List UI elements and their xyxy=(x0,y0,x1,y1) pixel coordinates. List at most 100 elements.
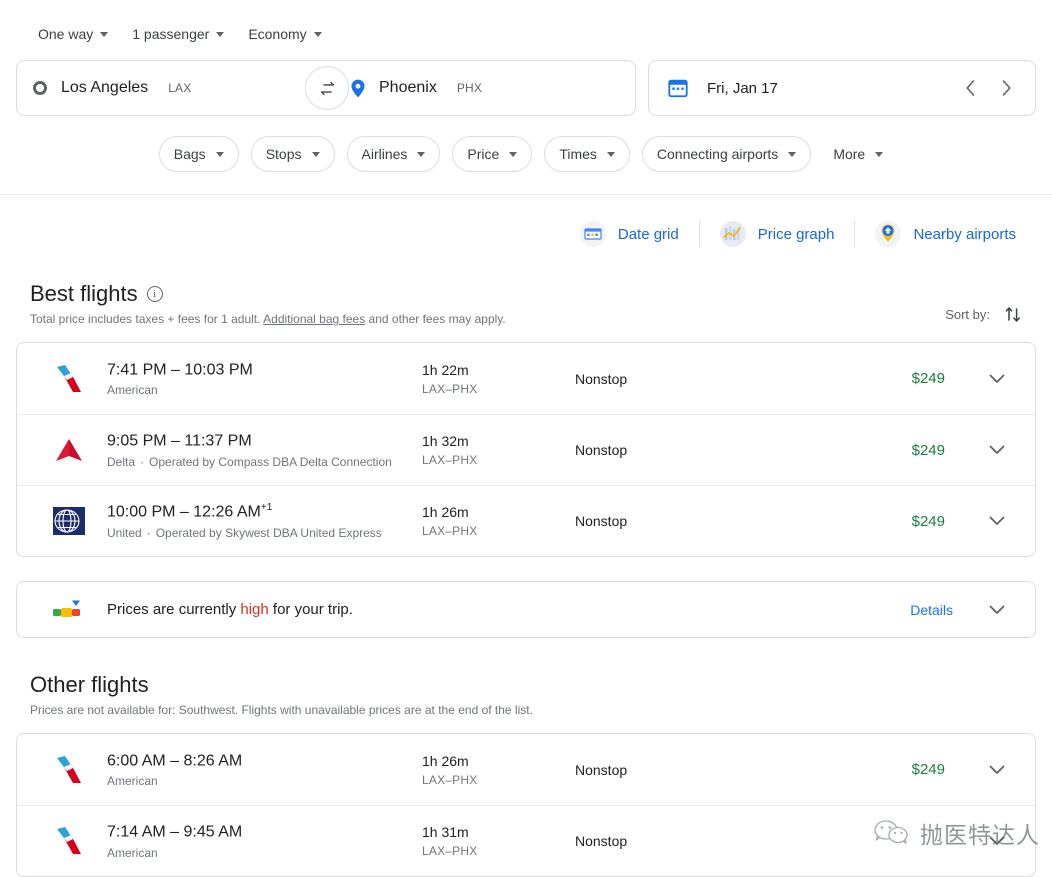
date-grid-label: Date grid xyxy=(617,225,679,243)
other-flights-section: Other flights Prices are not available f… xyxy=(0,660,1052,877)
filter-stops-label: Stops xyxy=(265,146,302,162)
flight-route: LAX–PHX xyxy=(422,524,478,538)
additional-bag-fees-link[interactable]: Additional bag fees xyxy=(263,312,365,326)
flight-stops: Nonstop xyxy=(575,833,628,849)
price-graph-button[interactable]: Price graph xyxy=(706,213,849,255)
price-details-link[interactable]: Details xyxy=(900,596,963,624)
price-graph-label: Price graph xyxy=(757,225,835,243)
filter-connecting-airports[interactable]: Connecting airports xyxy=(641,136,812,172)
swap-origin-destination-button[interactable] xyxy=(305,66,349,110)
tools-row: Date grid Price graph Nearby airports xyxy=(0,195,1052,269)
flight-stops: Nonstop xyxy=(575,761,628,778)
trip-options-row: One way 1 passenger Economy xyxy=(16,16,1036,52)
operator-detail: Operated by Compass DBA Delta Connection xyxy=(149,454,392,469)
flight-price: $249 xyxy=(911,441,945,459)
filter-price[interactable]: Price xyxy=(452,136,533,172)
flight-operator: American xyxy=(107,774,412,788)
flight-operator: Delta · Operated by Compass DBA Delta Conn… xyxy=(107,455,412,469)
filter-bags[interactable]: Bags xyxy=(158,136,239,172)
flight-stops: Nonstop xyxy=(575,442,628,458)
flight-stops: Nonstop xyxy=(575,370,628,387)
date-nav xyxy=(953,71,1023,105)
date-grid-button[interactable]: Date grid xyxy=(566,213,693,255)
filter-stops[interactable]: Stops xyxy=(250,136,335,172)
origin-code: LAX xyxy=(168,81,192,95)
destination-code: PHX xyxy=(456,81,483,95)
flight-times-cell: 7:14 AM – 9:45 AM American xyxy=(107,822,422,860)
sort-arrows-icon[interactable] xyxy=(1004,304,1022,324)
expand-flight-button[interactable] xyxy=(980,504,1014,538)
chevron-down-icon xyxy=(989,445,1005,454)
expand-flight-button[interactable] xyxy=(980,753,1014,787)
search-panel: One way 1 passenger Economy Los Angeles … xyxy=(0,0,1052,194)
filters-row: Bags Stops Airlines Price Times Connecti… xyxy=(16,136,1036,194)
filter-connecting-airports-label: Connecting airports xyxy=(656,146,779,162)
flight-route: LAX–PHX xyxy=(422,453,478,467)
chevron-down-icon xyxy=(100,31,109,37)
expand-flight-button[interactable] xyxy=(980,433,1014,467)
operator-name: American xyxy=(107,774,158,789)
chevron-down-icon xyxy=(509,151,518,157)
filter-times[interactable]: Times xyxy=(544,136,630,172)
flight-times-cell: 9:05 PM – 11:37 PM Delta · Operated by Com… xyxy=(107,431,422,469)
cabin-class-selector[interactable]: Economy xyxy=(240,19,329,49)
flight-times-text: 6:00 AM – 8:26 AM xyxy=(107,752,243,770)
chevron-down-icon xyxy=(311,151,320,157)
status-badge: high xyxy=(240,601,269,618)
american-airlines-logo xyxy=(57,755,81,783)
flight-stops: Nonstop xyxy=(575,513,628,529)
info-icon[interactable]: i xyxy=(146,286,163,302)
other-flights-title-row: Other flights xyxy=(30,672,533,698)
sort-by-control[interactable]: Sort by: xyxy=(945,304,1036,326)
destination-city: Phoenix xyxy=(379,79,437,96)
nearby-airports-button[interactable]: Nearby airports xyxy=(861,213,1030,255)
price-insight-banner: Prices are currently high for your trip.… xyxy=(16,581,1036,638)
filter-more[interactable]: More xyxy=(823,136,894,172)
expand-flight-button[interactable] xyxy=(980,362,1014,396)
destination-field[interactable]: Phoenix PHX xyxy=(335,61,635,115)
airline-logo-cell xyxy=(37,361,107,397)
flight-price: $249 xyxy=(911,761,945,778)
table-row[interactable]: 10:00 PM – 12:26 AM+1 United · Operated by… xyxy=(17,485,1035,556)
subtitle-after: and other fees may apply. xyxy=(365,312,506,326)
previous-date-button[interactable] xyxy=(953,71,987,105)
flight-duration-cell: 1h 26m LAX–PHX xyxy=(422,504,575,538)
table-row[interactable]: 6:00 AM – 8:26 AM American 1h 26m LAX–PH… xyxy=(17,734,1035,805)
table-row[interactable]: 7:41 PM – 10:03 PM American 1h 22m LAX–P… xyxy=(17,343,1035,414)
price-insight-text: Prices are currently high for your trip. xyxy=(107,601,900,618)
origin-field[interactable]: Los Angeles LAX xyxy=(17,61,317,115)
other-flights-header: Other flights Prices are not available f… xyxy=(16,660,1036,723)
trip-type-label: One way xyxy=(38,26,94,42)
filter-bags-label: Bags xyxy=(173,146,206,162)
tools-divider xyxy=(854,221,856,247)
chevron-right-icon xyxy=(1002,80,1011,96)
filter-airlines[interactable]: Airlines xyxy=(346,136,441,172)
price-text-before: Prices are currently xyxy=(107,601,241,618)
passengers-selector[interactable]: 1 passenger xyxy=(124,19,232,49)
operator-name: American xyxy=(107,383,158,398)
expand-price-insight-button[interactable] xyxy=(980,593,1014,627)
flight-price: $249 xyxy=(911,370,945,387)
operator-detail: Operated by Skywest DBA United Express xyxy=(155,525,382,540)
price-gauge-icon xyxy=(53,600,80,617)
flight-duration-cell: 1h 22m LAX–PHX xyxy=(422,362,575,396)
american-airlines-logo xyxy=(57,827,81,854)
best-flights-subtitle: Total price includes taxes + fees for 1 … xyxy=(30,312,506,326)
table-row[interactable]: 9:05 PM – 11:37 PM Delta · Operated by Com… xyxy=(17,414,1035,485)
trip-type-selector[interactable]: One way xyxy=(30,19,116,49)
chevron-down-icon xyxy=(313,31,322,37)
expand-flight-button[interactable] xyxy=(980,824,1014,858)
date-field[interactable]: Fri, Jan 17 xyxy=(648,60,1036,116)
table-row[interactable]: 7:14 AM – 9:45 AM American 1h 31m LAX–PH… xyxy=(17,805,1035,876)
next-date-button[interactable] xyxy=(989,71,1023,105)
airline-logo-cell xyxy=(37,503,107,539)
best-flights-list: 7:41 PM – 10:03 PM American 1h 22m LAX–P… xyxy=(16,342,1036,557)
other-flights-title: Other flights xyxy=(30,672,149,697)
sort-by-label: Sort by: xyxy=(945,306,990,322)
flight-times: 7:14 AM – 9:45 AM xyxy=(107,822,422,841)
flight-price: $249 xyxy=(911,512,945,530)
chevron-down-icon xyxy=(215,151,224,157)
other-flights-list: 6:00 AM – 8:26 AM American 1h 26m LAX–PH… xyxy=(16,733,1036,877)
filter-times-label: Times xyxy=(559,146,597,162)
expand-cell xyxy=(975,433,1019,467)
